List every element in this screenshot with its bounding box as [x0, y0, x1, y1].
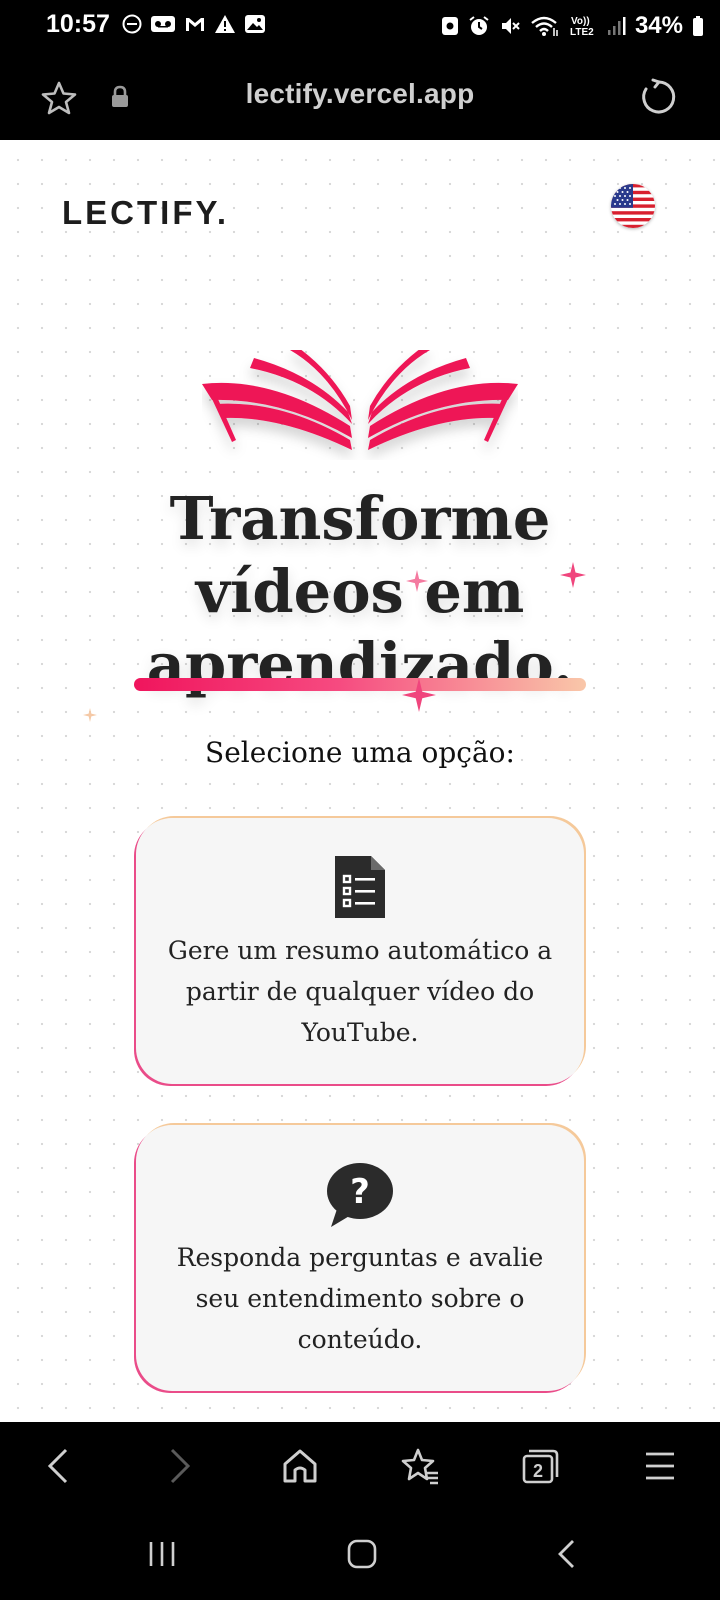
url-text[interactable]: lectify.vercel.app — [0, 78, 720, 110]
sparkle-icon — [83, 708, 97, 722]
site-logo[interactable]: LECTIFY. — [62, 194, 229, 232]
battery-icon — [693, 16, 703, 36]
menu-button[interactable] — [630, 1440, 690, 1492]
system-back-button[interactable] — [536, 1534, 596, 1574]
do-not-disturb-icon — [122, 14, 142, 34]
svg-text:Vo)): Vo)) — [571, 16, 590, 27]
select-option-prompt: Selecione uma opção: — [205, 736, 515, 769]
volte-icon: Vo))LTE2 — [570, 16, 594, 38]
vpn-icon — [441, 17, 458, 35]
headline-underline — [134, 678, 586, 691]
home-button[interactable] — [270, 1440, 330, 1492]
browser-nav-bar: 2 — [0, 1422, 720, 1510]
system-home-button[interactable] — [332, 1534, 392, 1574]
home-icon — [283, 1449, 317, 1483]
bookmarks-button[interactable] — [390, 1440, 450, 1492]
web-page: LECTIFY. Transforme vídeos em aprendizad… — [0, 140, 720, 1422]
recent-apps-button[interactable] — [132, 1534, 192, 1574]
status-right-icons: Vo)) LTE2 34% — [441, 12, 704, 40]
tabs-icon: 2 — [522, 1449, 559, 1484]
sparkle-icon — [560, 562, 586, 588]
quiz-option-text: Responda perguntas e avalie seu entendim… — [176, 1243, 544, 1354]
hero-line-1: Transforme — [169, 484, 551, 553]
status-bar: 10:57 Vo)) LTE2 34% — [0, 0, 720, 52]
open-book-icon — [202, 350, 518, 450]
mute-icon — [501, 18, 520, 34]
us-flag-icon[interactable] — [611, 184, 655, 228]
back-arrow-icon — [558, 1540, 574, 1568]
warning-icon — [215, 15, 235, 33]
system-nav-bar — [0, 1510, 720, 1600]
signal-icon — [607, 17, 626, 35]
status-left-icons — [122, 14, 266, 34]
svg-text:LTE2: LTE2 — [570, 27, 594, 38]
bookmarks-star-icon — [401, 1448, 438, 1485]
status-time: 10:57 — [46, 10, 110, 38]
tab-count: 2 — [533, 1461, 543, 1481]
alarm-icon — [469, 16, 489, 35]
sparkle-icon — [402, 678, 436, 712]
chevron-right-icon — [170, 1448, 191, 1484]
gmail-icon — [186, 18, 204, 31]
svg-text:?: ? — [350, 1172, 370, 1212]
quiz-option-card[interactable]: ? Responda perguntas e avalie seu entend… — [136, 1125, 584, 1391]
summary-option-text: Gere um resumo automático a partir de qu… — [167, 936, 553, 1047]
document-list-icon — [335, 856, 385, 918]
gallery-icon — [245, 15, 265, 33]
wifi-icon — [531, 16, 558, 36]
voicemail-icon — [151, 16, 175, 32]
home-square-icon — [347, 1539, 377, 1569]
tabs-button[interactable]: 2 — [510, 1440, 570, 1492]
hamburger-menu-icon — [646, 1452, 674, 1480]
forward-button[interactable] — [150, 1440, 210, 1492]
summary-option-card[interactable]: Gere um resumo automático a partir de qu… — [136, 818, 584, 1084]
recent-apps-icon — [149, 1542, 175, 1566]
hero-headline: Transforme vídeos em aprendizado. — [0, 482, 720, 701]
chevron-left-icon — [47, 1448, 68, 1484]
sparkle-icon — [406, 570, 428, 592]
browser-url-bar: lectify.vercel.app — [0, 52, 720, 140]
hero-line-2: vídeos em — [195, 557, 525, 626]
back-button[interactable] — [28, 1440, 88, 1492]
question-bubble-icon: ? — [327, 1163, 393, 1227]
reload-icon[interactable] — [640, 78, 678, 116]
battery-percent: 34% — [634, 12, 683, 39]
